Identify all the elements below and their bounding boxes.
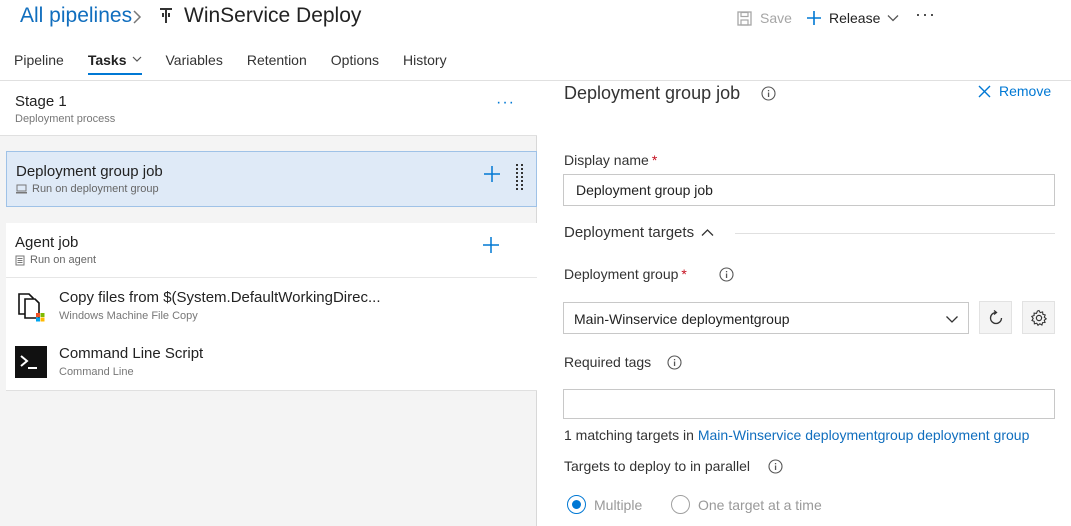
tab-tasks[interactable]: Tasks — [87, 46, 142, 80]
section-divider — [735, 233, 1055, 234]
tab-bar: Pipeline Tasks Variables Retention Optio… — [0, 46, 457, 80]
more-actions-button[interactable]: ··· — [915, 4, 936, 25]
job-title: Deployment group job — [16, 163, 163, 180]
add-task-plus-icon[interactable] — [482, 236, 500, 254]
tab-label: Tasks — [87, 52, 127, 68]
info-icon[interactable] — [761, 86, 776, 101]
deployment-group-icon — [16, 184, 27, 194]
deployment-group-label-text: Deployment group — [564, 266, 679, 282]
file-copy-icon — [18, 293, 45, 322]
radio-multiple[interactable]: Multiple — [567, 495, 642, 514]
tab-history[interactable]: History — [403, 46, 447, 80]
breadcrumb-chevron-icon — [133, 10, 142, 24]
radio-label: Multiple — [594, 496, 643, 513]
agent-job-block: Agent job Run on agent Copy files from $… — [6, 223, 537, 391]
job-details-panel: Deployment group job Remove Display name… — [538, 81, 1071, 526]
tab-label: Pipeline — [14, 52, 64, 68]
info-icon[interactable] — [667, 355, 682, 370]
stage-more-button[interactable]: ··· — [496, 94, 515, 112]
task-title: Command Line Script — [59, 345, 204, 362]
refresh-icon — [989, 309, 1002, 324]
task-subtitle: Command Line — [59, 366, 134, 378]
stage-header[interactable]: Stage 1 Deployment process ··· — [0, 81, 537, 136]
tab-label: Options — [330, 52, 380, 68]
info-icon[interactable] — [768, 459, 783, 474]
remove-label: Remove — [999, 83, 1052, 99]
release-label: Release — [829, 10, 881, 26]
add-task-plus-icon[interactable] — [483, 165, 501, 183]
release-pipeline-icon — [160, 8, 172, 23]
plus-icon — [807, 11, 821, 25]
refresh-button[interactable] — [979, 301, 1012, 334]
required-tags-label: Required tags — [564, 354, 652, 370]
deployment-group-link[interactable]: Main-Winservice deploymentgroup deployme… — [698, 427, 1030, 443]
release-button[interactable]: Release — [806, 8, 899, 28]
radio-circle — [671, 495, 690, 514]
job-subtitle-text: Run on agent — [30, 254, 97, 266]
details-title: Deployment group job — [564, 83, 741, 103]
display-name-input[interactable]: Deployment group job — [563, 174, 1055, 206]
tab-retention[interactable]: Retention — [247, 46, 307, 80]
chevron-down-icon — [132, 56, 141, 62]
tab-label: History — [403, 52, 447, 68]
chevron-down-icon — [887, 15, 899, 22]
save-icon — [737, 10, 752, 26]
breadcrumb-all-pipelines[interactable]: All pipelines — [20, 4, 132, 28]
command-line-icon — [15, 346, 47, 378]
deployment-group-select[interactable]: Main-Winservice deploymentgroup — [563, 302, 969, 334]
tab-variables[interactable]: Variables — [166, 46, 223, 80]
stage-title: Stage 1 — [15, 93, 67, 110]
remove-button[interactable]: Remove — [978, 83, 1051, 99]
stage-subtitle: Deployment process — [15, 113, 116, 125]
task-item-command-line[interactable]: Command Line Script Command Line — [6, 335, 537, 390]
deployment-group-value: Main-Winservice deploymentgroup — [574, 311, 790, 327]
job-title: Agent job — [15, 234, 79, 251]
chevron-up-icon — [701, 229, 714, 236]
tab-options[interactable]: Options — [331, 46, 379, 80]
drag-handle-icon[interactable] — [515, 163, 525, 193]
job-subtitle: Run on deployment group — [16, 183, 159, 195]
agent-job-item[interactable]: Agent job Run on agent — [6, 223, 537, 278]
display-name-label: Display name * — [564, 152, 657, 168]
matching-targets-text: 1 matching targets in Main-Winservice de… — [564, 427, 1029, 443]
save-button[interactable]: Save — [737, 8, 792, 28]
matching-prefix: 1 matching targets in — [564, 427, 694, 443]
deployment-group-job-item[interactable]: Deployment group job Run on deployment g… — [6, 151, 537, 207]
section-title: Deployment targets — [564, 224, 695, 241]
radio-one-target[interactable]: One target at a time — [671, 495, 822, 514]
required-mark: * — [681, 266, 687, 282]
tab-pipeline[interactable]: Pipeline — [14, 46, 64, 80]
tab-label: Variables — [165, 52, 223, 68]
chevron-down-icon — [946, 316, 958, 323]
required-tags-input[interactable] — [563, 389, 1055, 419]
required-mark: * — [651, 152, 658, 168]
gear-icon — [1030, 309, 1047, 326]
task-subtitle: Windows Machine File Copy — [59, 310, 198, 322]
parallel-label: Targets to deploy to in parallel — [564, 458, 750, 474]
save-label: Save — [760, 10, 792, 26]
radio-circle — [567, 495, 586, 514]
deployment-targets-section-toggle[interactable]: Deployment targets — [564, 224, 714, 241]
job-subtitle: Run on agent — [15, 254, 96, 266]
header-bar: All pipelines WinService Deploy Save Rel… — [0, 0, 1071, 38]
close-icon — [978, 85, 991, 97]
display-name-label-text: Display name — [564, 152, 649, 168]
page-title: WinService Deploy — [184, 4, 362, 27]
info-icon[interactable] — [719, 267, 734, 282]
job-subtitle-text: Run on deployment group — [32, 183, 159, 195]
task-item-copy-files[interactable]: Copy files from $(System.DefaultWorkingD… — [6, 279, 537, 334]
tab-label: Retention — [246, 52, 307, 68]
agent-icon — [15, 255, 25, 265]
process-panel: Stage 1 Deployment process ··· Deploymen… — [0, 81, 537, 526]
task-title: Copy files from $(System.DefaultWorkingD… — [59, 289, 381, 306]
radio-label: One target at a time — [698, 496, 822, 513]
deployment-group-label: Deployment group * — [564, 266, 687, 282]
manage-settings-button[interactable] — [1022, 301, 1055, 334]
